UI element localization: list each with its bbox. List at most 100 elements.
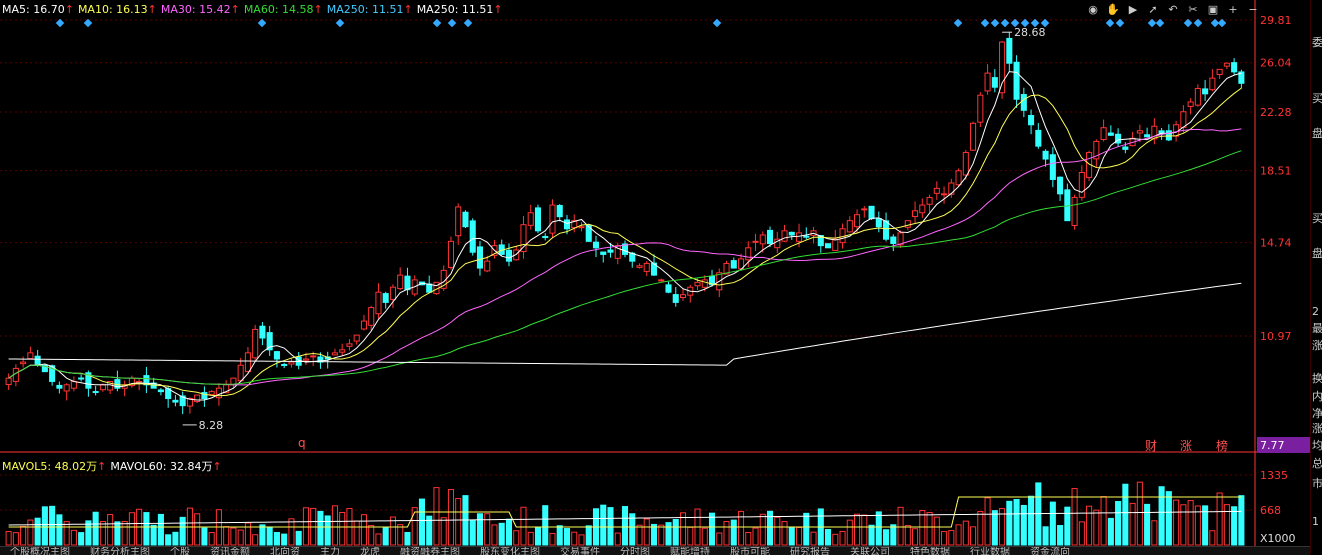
scissors-icon[interactable]: ✂ — [1186, 2, 1200, 16]
chart-tab[interactable]: 股市可能 — [720, 548, 780, 555]
price-tick-label: 10.97 — [1260, 330, 1292, 343]
volume-bar — [382, 527, 389, 546]
event-diamond-icon[interactable] — [335, 18, 345, 28]
chart-tab[interactable]: 个股概况主图 — [0, 548, 80, 555]
chart-tab[interactable]: 研究报告 — [780, 548, 840, 555]
volume-bar — [27, 519, 34, 546]
pointer-icon[interactable]: ➚ — [1146, 2, 1160, 16]
right-panel-label: 盘 — [1312, 247, 1322, 260]
event-marker-q[interactable]: q — [298, 436, 306, 450]
ma-legend-item: MA60: 14.58 — [243, 3, 314, 16]
volume-bar — [411, 507, 418, 546]
event-diamond-icon[interactable] — [1155, 18, 1165, 28]
volume-bar — [498, 522, 505, 546]
candle-body — [360, 320, 367, 330]
event-diamond-icon[interactable] — [257, 18, 267, 28]
candle-body — [665, 284, 672, 293]
chart-tab[interactable]: 关联公司 — [840, 548, 900, 555]
volume-bar — [556, 525, 563, 546]
candle-body — [1071, 197, 1078, 227]
candle-body — [977, 94, 984, 123]
event-diamond-icon[interactable] — [1217, 18, 1227, 28]
plus-icon[interactable]: + — [1226, 2, 1240, 16]
volume-bar — [658, 524, 665, 546]
volume-bar — [194, 513, 201, 546]
candle-body — [1057, 176, 1064, 195]
volume-bar — [1107, 517, 1114, 546]
chart-tab[interactable]: 特色数据 — [900, 548, 960, 555]
candle-body — [658, 279, 665, 282]
chart-tab[interactable]: 交易事件 — [550, 548, 610, 555]
play-icon[interactable]: ▶ — [1126, 2, 1140, 16]
volume-bar — [1006, 500, 1013, 546]
event-diamond-icon[interactable] — [1115, 18, 1125, 28]
chart-tab[interactable]: 主力 — [310, 548, 350, 555]
candle-body — [353, 334, 360, 342]
chart-tab[interactable]: 个股 — [160, 548, 200, 555]
candle-body — [781, 230, 788, 242]
right-panel-label: 涨 — [1312, 339, 1322, 352]
event-marker[interactable]: 榜 — [1216, 438, 1228, 453]
candle-body — [368, 307, 375, 326]
volume-bar — [614, 532, 621, 546]
volume-bar — [672, 519, 679, 546]
event-marker[interactable]: 涨 — [1180, 438, 1192, 453]
candle-body — [643, 262, 650, 272]
volume-bar — [542, 505, 549, 546]
candle-body — [462, 211, 469, 228]
volume-bar — [317, 510, 324, 546]
volume-bar — [534, 527, 542, 546]
right-panel-label: 最 — [1312, 322, 1322, 335]
lock-icon[interactable]: ▣ — [1206, 2, 1220, 16]
chart-tab[interactable]: 财务分析主图 — [80, 548, 160, 555]
candle-body — [1223, 62, 1230, 67]
eye-icon[interactable]: ◉ — [1086, 2, 1100, 16]
chart-tab[interactable]: 行业数据 — [960, 548, 1020, 555]
volume-legend: MAVOL5: 48.02万↑ MAVOL60: 32.84万↑ — [2, 458, 226, 474]
chart-tab[interactable]: 分时图 — [610, 548, 660, 555]
event-marker[interactable]: 财 — [1145, 439, 1157, 453]
hand-icon[interactable]: ✋ — [1106, 2, 1120, 16]
chart-tab[interactable]: 北向资 — [260, 548, 310, 555]
volume-bar — [607, 507, 614, 546]
volume-bar — [563, 528, 571, 546]
volume-bar — [12, 532, 19, 546]
undo-icon[interactable]: ↶ — [1166, 2, 1180, 16]
candle-body — [1107, 132, 1114, 136]
volume-bar — [832, 533, 839, 546]
chart-tab[interactable]: 赋能增持 — [660, 548, 720, 555]
chart-tab[interactable]: 资金流向 — [1020, 548, 1080, 555]
chart-tab[interactable]: 股东变化主图 — [470, 548, 550, 555]
event-diamond-icon[interactable] — [55, 18, 65, 28]
volume-bar — [273, 532, 280, 546]
candle-body — [759, 234, 766, 245]
chart-tab[interactable]: 融资融券主图 — [390, 548, 470, 555]
volume-bar — [266, 526, 273, 546]
event-diamond-icon[interactable] — [432, 18, 442, 28]
volume-bar — [571, 531, 578, 546]
minus-icon[interactable]: − — [1246, 2, 1260, 16]
volume-bar — [34, 517, 41, 546]
event-diamond-icon[interactable] — [712, 18, 722, 28]
chart-tab[interactable]: 资讯金额 — [200, 548, 260, 555]
volume-bar — [375, 533, 382, 546]
candle-body — [933, 187, 940, 194]
volume-bar — [1238, 495, 1245, 546]
candle-body — [1122, 146, 1129, 150]
right-panel-label: 买 — [1312, 212, 1322, 225]
volume-bar — [1165, 491, 1172, 546]
event-diamond-icon[interactable] — [1000, 18, 1010, 28]
event-diamond-icon[interactable] — [1105, 18, 1115, 28]
event-diamond-icon[interactable] — [1147, 18, 1157, 28]
event-diamond-icon[interactable] — [447, 18, 457, 28]
event-diamond-icon[interactable] — [990, 18, 1000, 28]
candle-body — [1028, 114, 1035, 126]
volume-bar — [955, 524, 962, 546]
event-diamond-icon[interactable] — [980, 18, 990, 28]
candle-body — [1049, 154, 1056, 180]
vol-legend-arrow: ↑ — [97, 460, 107, 473]
candle-body — [752, 240, 759, 243]
chart-tab[interactable]: 龙虎 — [350, 548, 390, 555]
volume-bar — [41, 506, 48, 546]
volume-bar — [433, 487, 440, 546]
